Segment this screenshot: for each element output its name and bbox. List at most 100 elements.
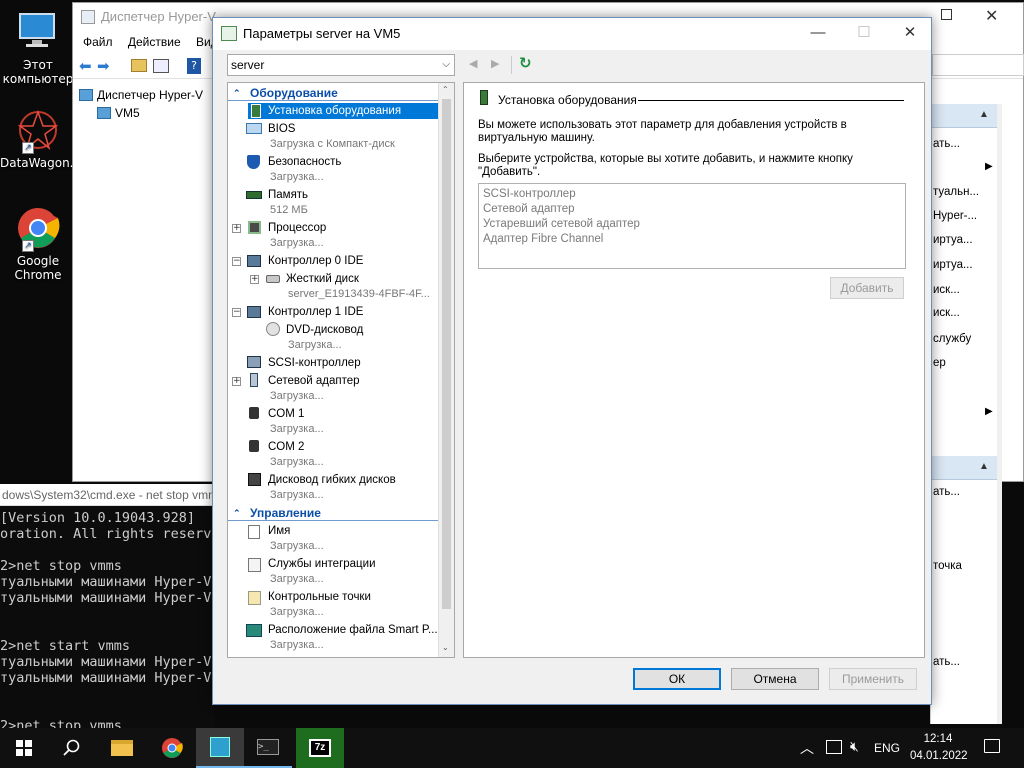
taskbar-explorer[interactable] <box>98 728 146 768</box>
tree-item-scsi[interactable]: SCSI-контроллер <box>268 355 361 371</box>
tree-item-smart-paging[interactable]: Расположение файла Smart P... <box>268 622 438 638</box>
actions-scrollbar[interactable] <box>997 104 1002 724</box>
tree-item-add-hardware[interactable]: Установка оборудования <box>248 103 438 119</box>
action-item[interactable]: Hyper-... <box>933 210 977 222</box>
action-item[interactable]: туальн... <box>933 186 979 198</box>
tree-item-memory[interactable]: Память <box>268 187 308 203</box>
collapse-minus-icon[interactable]: − <box>232 257 241 266</box>
scroll-down-icon[interactable]: ⌄ <box>442 643 449 652</box>
notification-icon[interactable] <box>984 739 1000 753</box>
forward-arrow-icon[interactable]: ➡ <box>97 57 110 75</box>
start-button[interactable] <box>0 728 48 768</box>
close-icon[interactable]: ✕ <box>887 18 933 50</box>
action-item[interactable]: ер <box>933 357 946 369</box>
section-management[interactable]: ⌃ Управление <box>228 505 438 521</box>
scrollbar-thumb[interactable] <box>442 99 451 609</box>
search-button[interactable] <box>48 728 96 768</box>
desktop-icon-datawagon[interactable]: ↗ DataWagon... <box>0 108 81 170</box>
tree-item-com1[interactable]: COM 1 <box>268 406 304 422</box>
clock[interactable]: 12:14 04.01.2022 <box>910 731 968 765</box>
tree-item-bios[interactable]: BIOS <box>268 121 295 137</box>
action-item[interactable]: службу <box>933 333 971 345</box>
tree-item-floppy[interactable]: Дисковод гибких дисков <box>268 472 396 488</box>
action-item[interactable]: точка <box>933 560 962 572</box>
vm-selector-dropdown[interactable]: server ⌵ <box>227 54 455 76</box>
tree-node-vm5[interactable]: VM5 <box>97 105 140 121</box>
tree-item-checkpoints[interactable]: Контрольные точки <box>268 589 371 605</box>
actions-header-selected[interactable]: ▲ <box>931 456 999 480</box>
section-hardware[interactable]: ⌃ Оборудование <box>228 85 438 101</box>
menu-action[interactable]: Действие <box>128 35 181 49</box>
language-indicator[interactable]: ENG <box>874 741 900 755</box>
tree-item-hard-disk[interactable]: Жесткий диск <box>286 271 359 287</box>
action-item[interactable]: иск... <box>933 284 960 296</box>
tree-item-ide0[interactable]: Контроллер 0 IDE <box>268 253 363 269</box>
tree-root-hyperv[interactable]: Диспетчер Hyper-V <box>79 87 203 103</box>
tree-scrollbar[interactable]: ⌃ ⌄ <box>438 83 454 657</box>
add-button[interactable]: Добавить <box>830 277 904 299</box>
taskbar-hyperv[interactable] <box>196 728 244 768</box>
help-icon[interactable]: ? <box>187 58 201 74</box>
taskbar-chrome[interactable] <box>148 728 196 768</box>
previous-icon[interactable]: ◀ <box>469 57 477 70</box>
refresh-icon[interactable]: ↻ <box>519 54 532 72</box>
action-item[interactable]: ать... <box>933 138 960 150</box>
dialog-titlebar[interactable]: Параметры server на VM5 — ☐ ✕ <box>213 18 931 50</box>
action-item[interactable]: ать... <box>933 486 960 498</box>
expand-plus-icon[interactable]: + <box>232 377 241 386</box>
submenu-arrow-icon: ▶ <box>985 161 993 172</box>
tree-item-security[interactable]: Безопасность <box>268 154 341 170</box>
speaker-muted-icon[interactable]: 🔇︎ <box>850 738 859 755</box>
cmd-line: 2>net stop vmms <box>0 558 122 574</box>
apply-button[interactable]: Применить <box>829 668 917 690</box>
hyperv-manager-icon <box>210 737 230 757</box>
list-item[interactable]: SCSI-контроллер <box>483 187 901 202</box>
actions-header-vm5[interactable]: ▲ <box>931 104 999 128</box>
show-hidden-icons[interactable]: ︿ <box>800 738 814 758</box>
tree-item-integration[interactable]: Службы интеграции <box>268 556 376 572</box>
list-item[interactable]: Адаптер Fibre Channel <box>483 232 901 247</box>
tree-item-name[interactable]: Имя <box>268 523 290 539</box>
cancel-button[interactable]: Отмена <box>731 668 819 690</box>
close-icon[interactable]: ✕ <box>985 3 998 31</box>
desktop-icon-chrome[interactable]: ↗ Google Chrome <box>0 206 76 282</box>
minimize-icon[interactable]: — <box>795 18 841 50</box>
tree-item-com2[interactable]: COM 2 <box>268 439 304 455</box>
action-item[interactable]: ать... <box>933 656 960 668</box>
tree-item-dvd[interactable]: DVD-дисковод <box>286 322 363 338</box>
tree-item-processor[interactable]: Процессор <box>268 220 326 236</box>
action-item[interactable]: иртуа... <box>933 234 973 246</box>
tree-item-sub: server_E1913439-4FBF-4F... <box>288 288 430 300</box>
expand-plus-icon[interactable]: + <box>232 224 241 233</box>
network-icon[interactable] <box>826 740 842 754</box>
action-item[interactable]: иск... <box>933 307 960 319</box>
folder-up-icon[interactable] <box>131 59 147 72</box>
vm-settings-dialog[interactable]: Параметры server на VM5 — ☐ ✕ server ⌵ ◀… <box>212 17 932 705</box>
device-listbox[interactable]: SCSI-контроллер Сетевой адаптер Устаревш… <box>478 183 906 269</box>
scroll-up-icon[interactable]: ⌃ <box>442 85 449 94</box>
cmd-window[interactable]: dows\System32\cmd.exe - net stop vmms [V… <box>0 484 214 728</box>
taskbar-cmd[interactable]: >_ <box>244 728 292 768</box>
tree-item-ide1[interactable]: Контроллер 1 IDE <box>268 304 363 320</box>
desktop-icon-this-pc[interactable]: Этот компьютер <box>0 10 76 86</box>
taskbar-7zip[interactable]: 7z <box>296 728 344 768</box>
collapse-chevron-icon: ⌃ <box>233 88 241 98</box>
cmd-line <box>0 542 214 558</box>
ok-button[interactable]: ОК <box>633 668 721 690</box>
settings-app-icon <box>221 26 237 41</box>
list-item[interactable]: Сетевой адаптер <box>483 202 901 217</box>
tree-item-network[interactable]: Сетевой адаптер <box>268 373 360 389</box>
cmd-line: 2>net stop vmms <box>0 718 122 728</box>
menu-file[interactable]: Файл <box>83 35 113 49</box>
settings-tree[interactable]: ⌃ Оборудование Установка оборудования BI… <box>227 82 455 658</box>
action-item[interactable]: иртуа... <box>933 259 973 271</box>
collapse-minus-icon[interactable]: − <box>232 308 241 317</box>
cmd-output: [Version 10.0.19043.928] oration. All ri… <box>0 506 214 728</box>
maximize-icon[interactable] <box>941 9 952 20</box>
list-item[interactable]: Устаревший сетевой адаптер <box>483 217 901 232</box>
back-arrow-icon[interactable]: ⬅ <box>79 57 92 75</box>
next-icon[interactable]: ▶ <box>491 57 499 70</box>
cmd-line: туальными машинами Hyper-V <box>0 590 212 606</box>
console-tree-icon[interactable] <box>153 59 169 73</box>
expand-plus-icon[interactable]: + <box>250 275 259 284</box>
